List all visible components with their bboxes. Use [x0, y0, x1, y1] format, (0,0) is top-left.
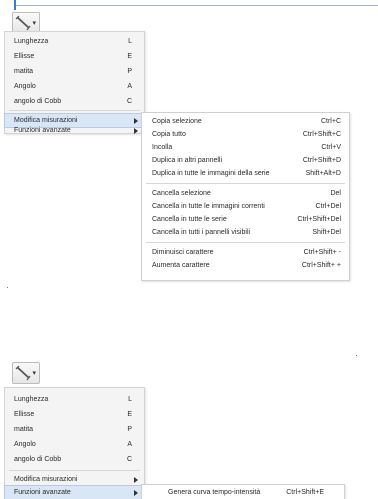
- chevron-right-icon: [134, 477, 138, 483]
- measure-menu: Lunghezza L Ellisse E matita P Angolo A …: [4, 387, 145, 499]
- menu-item-matita[interactable]: matita P: [5, 423, 144, 436]
- chevron-right-icon: [134, 490, 138, 496]
- menu-separator: [9, 470, 140, 471]
- menu-item-lunghezza[interactable]: Lunghezza L: [5, 393, 144, 406]
- menu-item-ellisse[interactable]: Ellisse E: [5, 408, 144, 421]
- menu-item-modifica-misurazioni[interactable]: Modifica misurazioni: [5, 473, 144, 486]
- advanced-submenu: Genera curva tempo-intensità Ctrl+Shift+…: [141, 484, 345, 499]
- menu-item-funzioni-avanzate[interactable]: Funzioni avanzate: [4, 485, 145, 499]
- measure-line-icon: [15, 365, 31, 381]
- bottom-menu-panel: ▾ Lunghezza L Ellisse E matita P Angolo …: [0, 0, 378, 499]
- menu-item-angolo-di-cobb[interactable]: angolo di Cobb C: [5, 453, 144, 466]
- menu-item-angolo[interactable]: Angolo A: [5, 438, 144, 451]
- measure-tool-button[interactable]: ▾: [12, 362, 40, 384]
- chevron-down-icon: ▾: [32, 370, 36, 377]
- submenu-item-genera-curva[interactable]: Genera curva tempo-intensità Ctrl+Shift+…: [142, 486, 344, 499]
